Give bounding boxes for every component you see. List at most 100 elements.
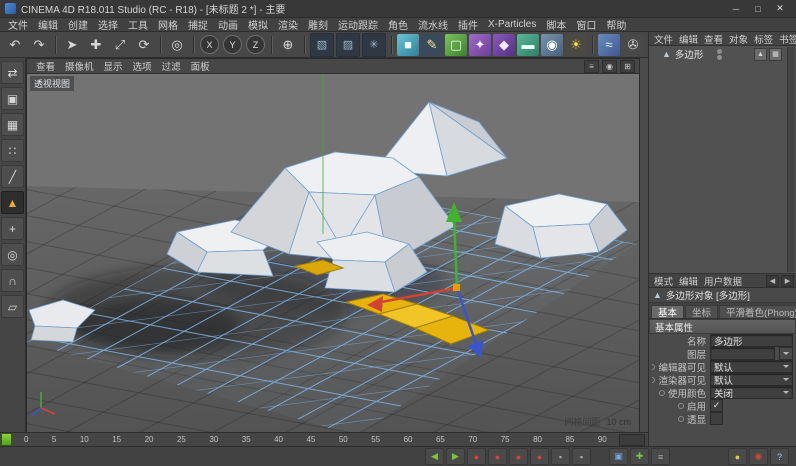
record-position-button[interactable]: ● bbox=[509, 448, 528, 465]
viewport-menu-cameras[interactable]: 摄像机 bbox=[60, 59, 99, 73]
record-rotation-button[interactable]: ▪ bbox=[551, 448, 570, 465]
points-mode-button[interactable]: ∷ bbox=[1, 139, 24, 162]
keyframe-selection-button[interactable]: ▣ bbox=[609, 448, 628, 465]
model-mode-button[interactable]: ▣ bbox=[1, 87, 24, 110]
workplane-button[interactable]: ▱ bbox=[1, 295, 24, 318]
menu-edit[interactable]: 编辑 bbox=[33, 17, 63, 32]
use-color-select[interactable]: 关闭 bbox=[710, 386, 793, 399]
am-menu-mode[interactable]: 模式 bbox=[651, 274, 676, 288]
object-list[interactable]: ▲ 多边形 ▲ ▦ bbox=[649, 46, 796, 274]
am-menu-edit[interactable]: 编辑 bbox=[676, 274, 701, 288]
viewport-solo-button[interactable]: ◎ bbox=[1, 243, 24, 266]
record-scale-button[interactable]: ● bbox=[530, 448, 549, 465]
scale-button[interactable]: ⤢ bbox=[109, 34, 131, 56]
menu-character[interactable]: 角色 bbox=[383, 17, 413, 32]
snap-button[interactable]: ∩ bbox=[1, 269, 24, 292]
lock-x-axis-button[interactable]: X bbox=[200, 35, 219, 54]
timeline-ruler[interactable]: 05 1015 2025 3035 4045 5055 6065 7075 80… bbox=[0, 432, 648, 446]
polygons-mode-button[interactable]: ▲ bbox=[1, 191, 24, 214]
viewport-menu-display[interactable]: 显示 bbox=[99, 59, 128, 73]
om-menu-view[interactable]: 查看 bbox=[701, 32, 726, 46]
lock-y-axis-button[interactable]: Y bbox=[223, 35, 242, 54]
om-menu-tags[interactable]: 标签 bbox=[751, 32, 776, 46]
render-picture-viewer-button[interactable]: ▨ bbox=[336, 33, 360, 57]
history-back-icon[interactable]: ◀ bbox=[766, 275, 779, 287]
notification-icon[interactable]: ◉ bbox=[749, 448, 768, 465]
tab-phong[interactable]: 平滑着色(Phong) bbox=[719, 305, 796, 318]
timeline-end-field[interactable] bbox=[619, 434, 645, 446]
phong-tag-icon[interactable]: ▦ bbox=[769, 48, 782, 61]
viewport-canvas[interactable]: 透视视图 网格间距10 cm bbox=[27, 74, 639, 432]
current-frame-handle[interactable] bbox=[1, 433, 12, 446]
visibility-dots[interactable] bbox=[717, 49, 722, 60]
om-menu-objects[interactable]: 对象 bbox=[726, 32, 751, 46]
name-input[interactable]: 多边形 bbox=[710, 334, 793, 347]
viewport-menu-filter[interactable]: 过滤 bbox=[157, 59, 186, 73]
am-menu-userdata[interactable]: 用户数据 bbox=[701, 274, 745, 288]
tab-basic[interactable]: 基本 bbox=[651, 305, 684, 318]
motion-camera-button[interactable]: ✇ bbox=[622, 34, 644, 56]
render-view-button[interactable]: ▧ bbox=[310, 33, 334, 57]
environment-button[interactable]: ▬ bbox=[517, 34, 539, 56]
redo-button[interactable]: ↷ bbox=[28, 34, 50, 56]
light-button[interactable]: ☀ bbox=[565, 34, 587, 56]
simulate-button[interactable]: ≈ bbox=[598, 34, 620, 56]
go-to-start-button[interactable]: ◀ bbox=[425, 448, 444, 465]
menu-select[interactable]: 选择 bbox=[93, 17, 123, 32]
xray-checkbox[interactable] bbox=[710, 412, 723, 425]
menu-plugins[interactable]: 插件 bbox=[453, 17, 483, 32]
render-status-icon[interactable]: ● bbox=[728, 448, 747, 465]
undo-button[interactable]: ↶ bbox=[4, 34, 26, 56]
minimize-button[interactable]: ─ bbox=[725, 1, 747, 17]
menu-pipeline[interactable]: 流水线 bbox=[413, 17, 453, 32]
panel-splitter[interactable] bbox=[640, 58, 648, 432]
viewport-options-icon[interactable]: ≡ bbox=[584, 60, 599, 73]
make-editable-button[interactable]: ⇄ bbox=[1, 61, 24, 84]
layer-input[interactable] bbox=[710, 347, 775, 360]
om-menu-edit[interactable]: 编辑 bbox=[676, 32, 701, 46]
record-keyframe-button[interactable]: ● bbox=[467, 448, 486, 465]
menu-motion-tracker[interactable]: 运动跟踪 bbox=[333, 17, 383, 32]
move-button[interactable]: ✚ bbox=[85, 34, 107, 56]
menu-xparticles[interactable]: X-Particles bbox=[483, 19, 541, 30]
history-forward-icon[interactable]: ▶ bbox=[781, 275, 794, 287]
recent-tool-button[interactable]: ◎ bbox=[166, 34, 188, 56]
om-menu-bookmarks[interactable]: 书签 bbox=[776, 32, 796, 46]
primitive-cube-button[interactable]: ■ bbox=[397, 34, 419, 56]
menu-render[interactable]: 渲染 bbox=[273, 17, 303, 32]
toggle-views-icon[interactable]: ⊞ bbox=[620, 60, 635, 73]
close-button[interactable]: ✕ bbox=[769, 1, 791, 17]
menu-window[interactable]: 窗口 bbox=[571, 17, 601, 32]
basic-properties-header[interactable]: 基本属性 bbox=[649, 319, 796, 334]
generator-button[interactable]: ✦ bbox=[469, 34, 491, 56]
object-row-polygon[interactable]: ▲ 多边形 ▲ ▦ bbox=[649, 46, 796, 62]
live-selection-button[interactable]: ➤ bbox=[61, 34, 83, 56]
viewport-menu-panel[interactable]: 面板 bbox=[186, 59, 215, 73]
render-settings-button[interactable]: ✳ bbox=[362, 33, 386, 57]
autokey-button[interactable]: ● bbox=[488, 448, 507, 465]
record-parameter-button[interactable]: ▪ bbox=[572, 448, 591, 465]
selection-tag-icon[interactable]: ▲ bbox=[754, 48, 767, 61]
spline-pen-button[interactable]: ✎ bbox=[421, 34, 443, 56]
go-to-end-button[interactable]: ▶ bbox=[446, 448, 465, 465]
edges-mode-button[interactable]: ╱ bbox=[1, 165, 24, 188]
deformer-button[interactable]: ◆ bbox=[493, 34, 515, 56]
menu-animate[interactable]: 动画 bbox=[213, 17, 243, 32]
menu-simulate[interactable]: 模拟 bbox=[243, 17, 273, 32]
visible-in-editor-select[interactable]: 默认 bbox=[710, 360, 793, 373]
camera-button[interactable]: ◉ bbox=[541, 34, 563, 56]
object-name[interactable]: 多边形 bbox=[675, 47, 704, 61]
viewport-menu-view[interactable]: 查看 bbox=[31, 59, 60, 73]
visible-in-renderer-select[interactable]: 默认 bbox=[710, 373, 793, 386]
lock-z-axis-button[interactable]: Z bbox=[246, 35, 265, 54]
menu-help[interactable]: 帮助 bbox=[601, 17, 631, 32]
menu-tools[interactable]: 工具 bbox=[123, 17, 153, 32]
rotate-button[interactable]: ⟳ bbox=[133, 34, 155, 56]
maximize-button[interactable]: □ bbox=[747, 1, 769, 17]
layer-dropdown-button[interactable] bbox=[779, 347, 793, 360]
menu-file[interactable]: 文件 bbox=[3, 17, 33, 32]
texture-mode-button[interactable]: ▦ bbox=[1, 113, 24, 136]
coordinate-system-button[interactable]: ⊕ bbox=[277, 34, 299, 56]
solver-button[interactable]: ✚ bbox=[630, 448, 649, 465]
object-list-scrollbar[interactable] bbox=[787, 47, 795, 272]
